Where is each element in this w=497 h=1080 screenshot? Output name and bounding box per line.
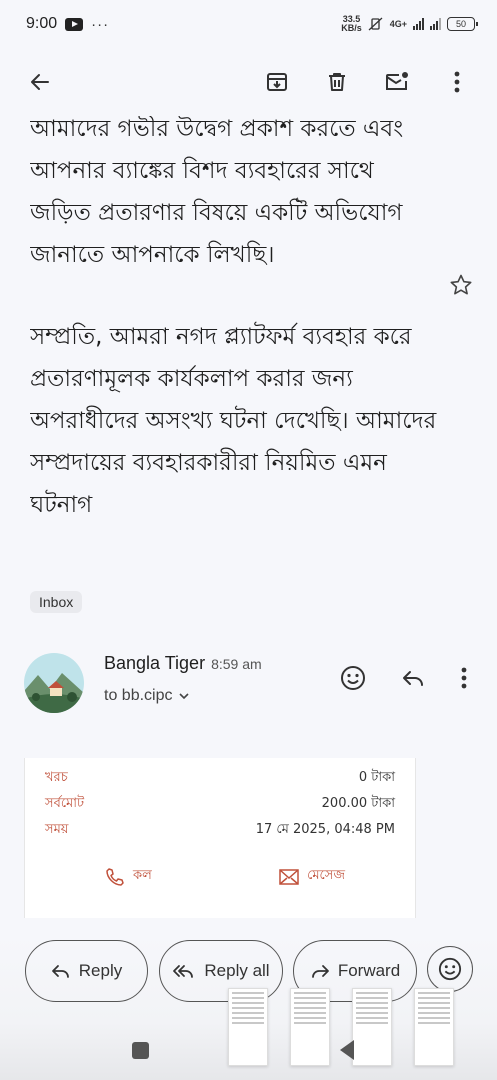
net-speed-unit: KB/s — [341, 23, 362, 33]
battery-icon: 50 — [447, 17, 478, 31]
receipt-label: সময় — [45, 822, 69, 837]
react-emoji-pill-button[interactable] — [427, 946, 473, 992]
back-nav-button[interactable] — [340, 1040, 354, 1060]
sender-name: Bangla Tiger — [104, 653, 206, 673]
reply-button[interactable]: Reply — [25, 940, 148, 1002]
signal-strength-icon — [413, 18, 424, 30]
email-paragraph: আমাদের গভীর উদ্বেগ প্রকাশ করতে এবং আপনার… — [30, 116, 404, 268]
reply-icon — [51, 965, 69, 978]
email-paragraph: সম্প্রতি, আমরা নগদ প্ল্যাটফর্ম ব্যবহার ক… — [30, 324, 437, 518]
receipt-value: 0 টাকা — [358, 770, 395, 785]
receipt-actions: কল মেসেজ — [105, 866, 345, 887]
message-more-button[interactable] — [447, 661, 481, 695]
vibrate-off-icon — [368, 17, 383, 31]
message-time: 8:59 am — [211, 656, 262, 672]
arrow-left-icon — [31, 74, 49, 90]
forward-icon — [311, 965, 329, 978]
recents-nav-button[interactable] — [132, 1042, 149, 1059]
more-notifications-icon: ··· — [91, 15, 110, 33]
receipt-label: সর্বমোট — [45, 796, 85, 811]
receipt-row: সর্বমোট 200.00 টাকা — [45, 794, 395, 815]
call-link[interactable]: কল — [105, 866, 152, 887]
react-emoji-button[interactable] — [336, 661, 370, 695]
dots-vertical-icon — [461, 667, 467, 689]
signal-strength-2-icon — [430, 18, 441, 30]
receipt-value: 200.00 টাকা — [321, 796, 395, 811]
email-toolbar — [0, 48, 497, 116]
recent-app-thumbnail[interactable] — [228, 988, 268, 1066]
recent-app-thumbnail[interactable] — [290, 988, 330, 1066]
recent-app-thumbnail[interactable] — [414, 988, 454, 1066]
trash-icon — [329, 73, 345, 91]
email-body: আমাদের গভীর উদ্বেগ প্রকাশ করতে এবং আপনার… — [30, 116, 440, 592]
more-options-button[interactable] — [439, 64, 475, 100]
landscape-avatar-icon — [24, 653, 84, 713]
receipt-label: খরচ — [45, 770, 68, 785]
battery-level: 50 — [455, 19, 466, 29]
reply-all-label: Reply all — [204, 961, 270, 980]
star-button[interactable] — [446, 270, 476, 300]
youtube-notification-icon — [65, 17, 84, 31]
network-type: 4G+ — [389, 19, 407, 29]
reply-icon — [403, 671, 423, 686]
smiley-icon — [341, 666, 365, 690]
phone-icon — [106, 867, 124, 886]
forward-label: Forward — [337, 961, 401, 980]
mark-unread-button[interactable] — [379, 64, 415, 100]
call-label: কল — [133, 868, 152, 883]
clock: 9:00 — [26, 15, 58, 32]
sender-name-line: Bangla Tiger 8:59 am — [104, 653, 262, 674]
status-bar: 9:00 ··· 33.5 KB/s 4G+ 50 — [0, 0, 497, 48]
receipt-row: খরচ 0 টাকা — [45, 768, 395, 789]
back-button[interactable] — [22, 64, 58, 100]
receipt-value: 17 মে 2025, 04:48 PM — [255, 822, 395, 837]
reply-all-icon — [173, 965, 194, 978]
archive-button[interactable] — [259, 64, 295, 100]
receipt-card: খরচ 0 টাকা সর্বমোট 200.00 টাকা সময় 17 ম… — [24, 758, 416, 918]
reply-label: Reply — [78, 961, 123, 980]
archive-icon — [267, 73, 287, 91]
chevron-down-icon — [179, 693, 190, 700]
recent-app-thumbnail[interactable] — [352, 988, 392, 1066]
star-icon — [450, 274, 472, 295]
recipient-toggle[interactable]: to bb.cipc — [104, 687, 190, 705]
envelope-icon — [279, 868, 299, 885]
net-speed: 33.5 KB/s — [341, 15, 362, 33]
message-link[interactable]: মেসেজ — [279, 866, 345, 887]
message-label: মেসেজ — [307, 868, 345, 883]
sender-avatar[interactable] — [24, 653, 84, 713]
receipt-row: সময় 17 মে 2025, 04:48 PM — [45, 820, 395, 841]
recipient-text: to bb.cipc — [104, 687, 173, 704]
mark-unread-icon — [386, 72, 408, 90]
smiley-icon — [438, 957, 462, 981]
dots-vertical-icon — [454, 71, 460, 93]
inbox-label-chip[interactable]: Inbox — [30, 591, 83, 613]
message-header: Bangla Tiger 8:59 am to bb.cipc — [24, 650, 484, 716]
reply-icon-button[interactable] — [396, 661, 430, 695]
delete-button[interactable] — [319, 64, 355, 100]
